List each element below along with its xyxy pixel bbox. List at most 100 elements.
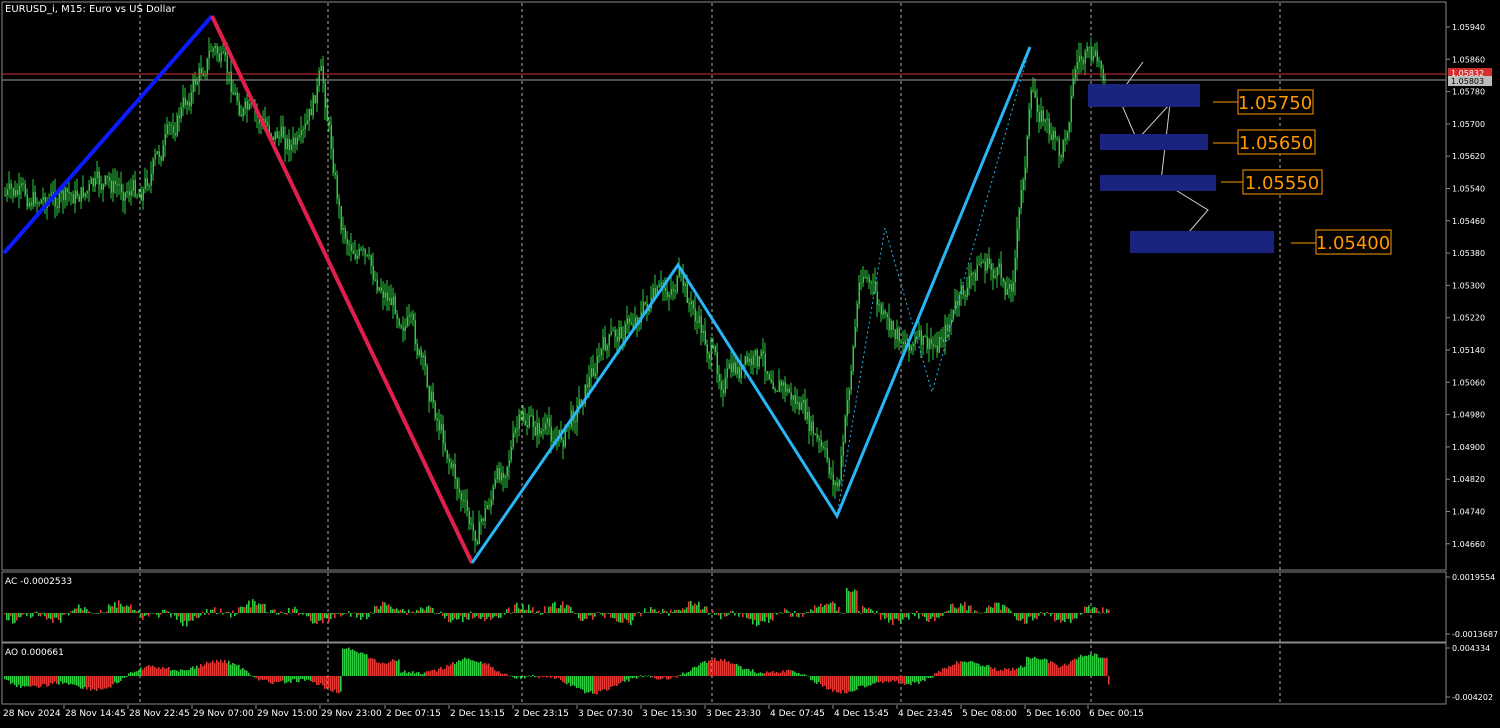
ac-bar: [922, 613, 924, 617]
candle-body: [1018, 208, 1020, 229]
ao-bar: [266, 676, 268, 680]
ao-bar: [870, 676, 872, 686]
candle-body: [356, 255, 358, 259]
candle-body: [160, 156, 162, 161]
ao-bar: [490, 666, 492, 676]
ac-bar: [746, 613, 748, 619]
ao-bar: [36, 676, 38, 687]
candle-body: [418, 349, 420, 356]
ac-bar: [128, 606, 130, 613]
zigzag-down-leg-1: [210, 15, 474, 564]
candle-body: [392, 296, 394, 306]
ao-bar: [848, 676, 850, 692]
ao-bar: [540, 675, 542, 677]
candle-body: [422, 355, 424, 358]
ao-bar: [62, 676, 64, 684]
ac-bar: [1034, 613, 1036, 619]
candle-body: [136, 195, 138, 197]
ac-bar: [62, 613, 64, 615]
ac-bar: [276, 613, 278, 615]
ao-bar: [708, 660, 710, 676]
ao-bar: [194, 668, 196, 676]
candle-body: [420, 349, 422, 358]
ac-bar: [652, 609, 654, 613]
ao-bar: [608, 676, 610, 690]
candle-body: [456, 478, 458, 489]
chart-window[interactable]: 1.05750 1.05650 1.05550 1.05400 EURUSD_i…: [0, 0, 1500, 724]
ao-bar: [362, 652, 364, 676]
ao-bar: [938, 670, 940, 676]
ac-bar: [68, 613, 70, 616]
ao-bar: [180, 669, 182, 676]
ao-bar: [364, 654, 366, 676]
candle-body: [32, 191, 34, 206]
ac-bar: [654, 609, 656, 613]
ao-bar: [846, 676, 848, 694]
ac-bar: [16, 613, 18, 621]
ao-bar: [1056, 664, 1058, 676]
ac-bar: [566, 604, 568, 613]
ao-bar: [982, 665, 984, 676]
ac-bar: [1064, 613, 1066, 623]
ao-bar: [1102, 657, 1104, 676]
ao-bar: [880, 676, 882, 682]
ao-bar: [290, 676, 292, 683]
candle-body: [352, 250, 354, 254]
candle-body: [402, 327, 404, 331]
price-axis[interactable]: 1.059401.058601.057801.057001.056201.055…: [1446, 23, 1485, 549]
ao-bar: [308, 676, 310, 680]
ao-bar: [634, 676, 636, 678]
candle-body: [486, 505, 488, 509]
ao-bar: [400, 672, 402, 676]
candle-body: [856, 303, 858, 328]
candle-body: [828, 459, 830, 474]
ac-bar: [902, 613, 904, 620]
ac-bar: [252, 599, 254, 613]
ac-bar: [932, 613, 934, 617]
ac-bar: [758, 613, 760, 625]
candle-body: [458, 488, 460, 493]
candle-body: [506, 466, 508, 476]
ao-bar: [550, 676, 552, 678]
candle-body: [16, 190, 18, 195]
ao-bar: [578, 676, 580, 688]
ao-bar: [182, 669, 184, 676]
ac-bar: [918, 613, 920, 619]
main-price-panel[interactable]: [1, 1, 1447, 571]
ac-bar: [848, 590, 850, 613]
ao-bar: [1086, 655, 1088, 676]
ac-bar: [504, 613, 506, 615]
candle-body: [698, 316, 700, 324]
ao-bar: [130, 672, 132, 676]
ao-bar: [754, 672, 756, 676]
ac-bar: [286, 613, 288, 615]
ao-bar: [304, 676, 306, 681]
candle-body: [1060, 155, 1062, 158]
ao-bar: [82, 676, 84, 689]
ao-bar: [1042, 659, 1044, 676]
ao-bar: [72, 676, 74, 685]
ac-bar: [554, 601, 556, 613]
ac-bar: [84, 607, 86, 613]
candle-body: [404, 325, 406, 331]
ao-bar: [70, 676, 72, 684]
ac-bar: [790, 613, 792, 617]
ac-bar: [926, 613, 928, 622]
time-axis[interactable]: 28 Nov 2024 28 Nov 14:45 28 Nov 22:45 29 No…: [3, 705, 1144, 719]
ao-bar: [48, 676, 50, 686]
ac-bar: [1108, 609, 1110, 613]
ac-bar: [582, 613, 584, 621]
ac-bar: [152, 613, 154, 614]
ao-bar: [440, 666, 442, 676]
ao-bar: [784, 672, 786, 676]
candle-body: [412, 314, 414, 321]
candle-body: [224, 51, 226, 56]
ac-bar: [288, 607, 290, 613]
candle-body: [172, 126, 174, 134]
ao-bar: [446, 664, 448, 676]
ao-bar: [294, 676, 296, 679]
candle-body: [496, 467, 498, 480]
ac-indicator-panel[interactable]: [1, 571, 1447, 643]
ao-bar: [242, 667, 244, 676]
ac-bar: [606, 613, 608, 614]
